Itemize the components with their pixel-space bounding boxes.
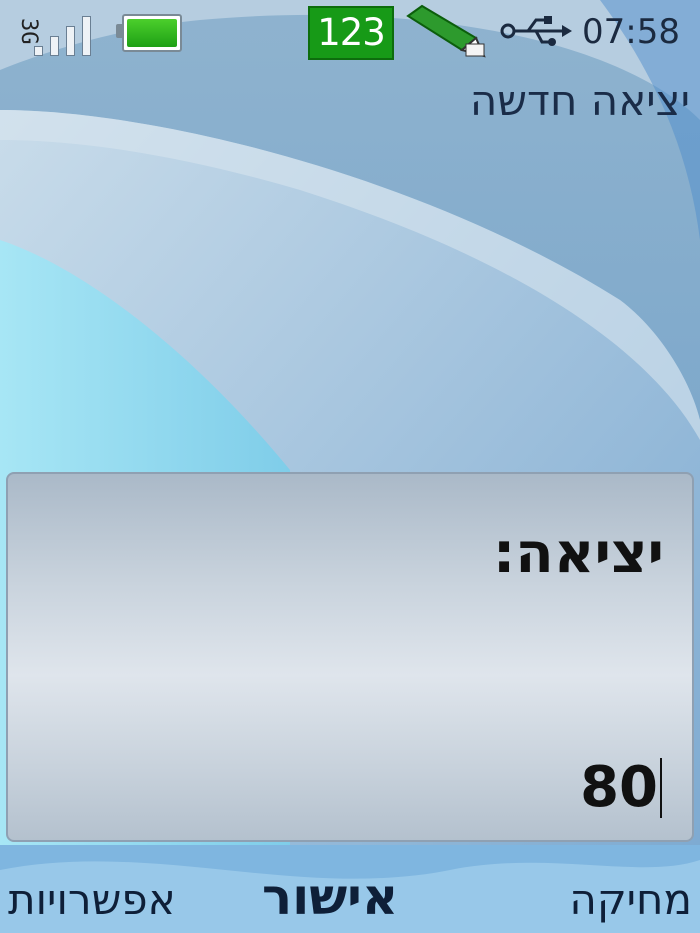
usb-icon [500,16,572,46]
number-input[interactable]: 80 [580,756,662,820]
status-bar: 3G 123 07:58 [0,0,700,70]
clock: 07:58 [582,12,680,52]
signal-strength-icon [30,12,105,56]
pen-edit-icon [406,4,486,58]
input-value: 80 [580,755,658,820]
text-caret [660,758,662,818]
page-title: יציאה חדשה [469,76,690,125]
number-entry-dialog: יציאה: 80 [6,472,694,842]
battery-icon [116,14,182,52]
ok-softkey[interactable]: אישור [262,868,398,926]
clear-softkey[interactable]: מחיקה [569,874,692,926]
options-softkey[interactable]: אפשרויות [8,874,176,926]
input-mode-indicator: 123 [308,6,394,60]
softkey-bar: אפשרויות אישור מחיקה [0,860,700,933]
dialog-label: יציאה: [492,521,664,586]
